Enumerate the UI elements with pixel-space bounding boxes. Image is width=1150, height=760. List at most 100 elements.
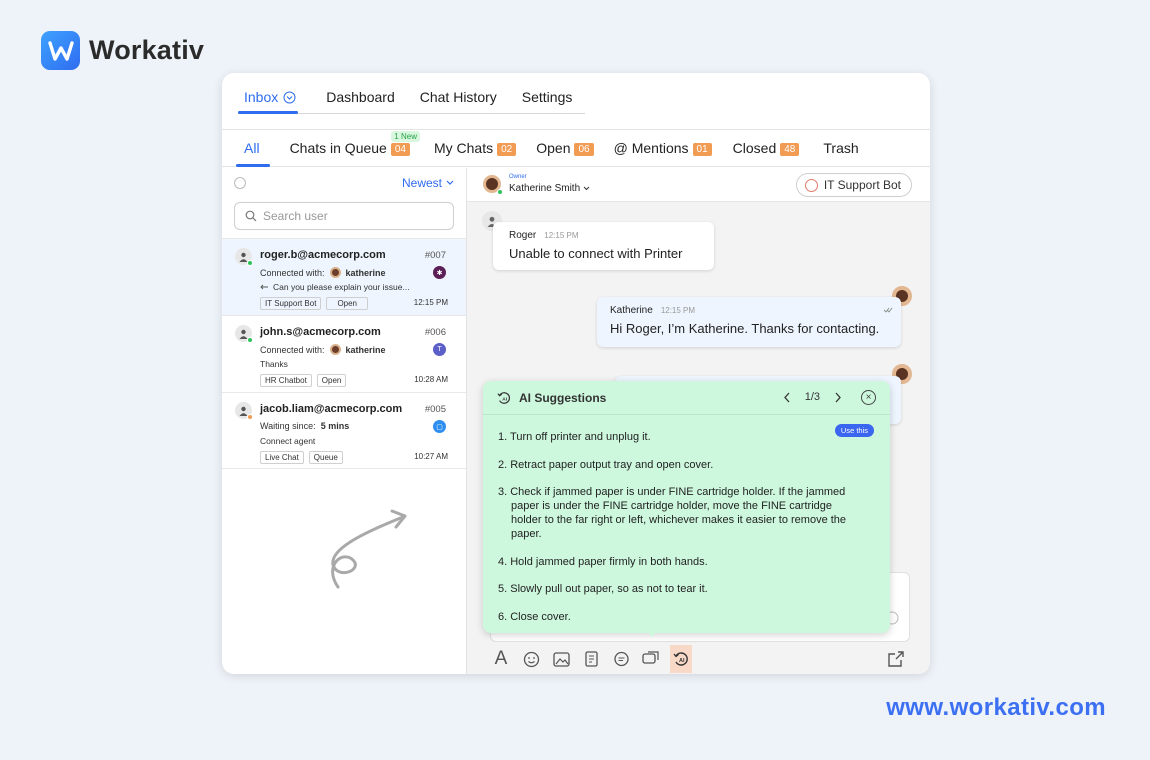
message-text: Hi Roger, I’m Katherine. Thanks for cont… bbox=[610, 321, 880, 336]
agent-name: katherine bbox=[345, 267, 386, 278]
suggestion-step: 1. Turn off printer and unplug it. bbox=[498, 431, 651, 443]
filter-my-chats[interactable]: My Chats 02 bbox=[433, 140, 517, 156]
teams-icon: T bbox=[433, 343, 446, 356]
filter-closed[interactable]: Closed 48 bbox=[733, 140, 800, 156]
message-time: 12:15 PM bbox=[660, 306, 696, 315]
channel-tag: Live Chat bbox=[260, 451, 304, 464]
bot-icon bbox=[804, 178, 818, 192]
conversation-item[interactable]: roger.b@acmecorp.com #007 Connected with… bbox=[222, 238, 466, 315]
filter-trash[interactable]: Trash bbox=[823, 140, 858, 156]
preview-text: Connect agent bbox=[260, 436, 316, 446]
select-all-radio[interactable] bbox=[234, 177, 246, 189]
svg-text:AI: AI bbox=[502, 396, 507, 402]
search-box[interactable] bbox=[234, 202, 454, 230]
tab-settings[interactable]: Settings bbox=[516, 89, 579, 115]
message-preview: Thanks bbox=[260, 359, 288, 369]
bot-tag: IT Support Bot bbox=[260, 297, 322, 310]
ai-suggestions-title: AI Suggestions bbox=[519, 390, 607, 405]
tag-list: HR Chatbot Open bbox=[260, 374, 347, 387]
waiting-status: Waiting since: 5 mins bbox=[260, 421, 349, 431]
user-icon bbox=[239, 252, 248, 262]
filter-open[interactable]: Open 06 bbox=[536, 140, 594, 156]
bot-name: IT Support Bot bbox=[823, 178, 901, 192]
timestamp: 10:28 AM bbox=[414, 375, 448, 384]
chevron-down-icon bbox=[446, 180, 454, 185]
filter-chats-in-queue[interactable]: Chats in Queue 04 1 New bbox=[289, 131, 420, 156]
agent-message: Katherine 12:15 PM Hi Roger, I’m Katherin… bbox=[597, 297, 901, 347]
filter-label: Chats in Queue bbox=[289, 140, 387, 156]
message-text: Unable to connect with Printer bbox=[509, 246, 683, 261]
count-badge: 02 bbox=[497, 143, 517, 156]
message-preview: Can you please explain your issue... bbox=[260, 282, 410, 292]
online-status-dot bbox=[247, 337, 253, 343]
conversation-item[interactable]: jacob.liam@acmecorp.com #005 Waiting sin… bbox=[222, 392, 466, 469]
inbox-filter-tabs: All Chats in Queue 04 1 New My Chats 02 … bbox=[222, 129, 930, 167]
tag-list: IT Support Bot Open bbox=[260, 297, 369, 310]
connection-status: Connected with: katherine bbox=[260, 344, 386, 355]
text-format-icon[interactable]: A bbox=[490, 648, 512, 670]
conversation-sidebar: Newest roger.b@acmecorp.com #007 Connect… bbox=[222, 168, 467, 674]
canned-response-icon[interactable] bbox=[610, 648, 632, 670]
preview-text: Thanks bbox=[260, 359, 288, 369]
ticket-id: #006 bbox=[424, 327, 446, 338]
status-label: Connected with: bbox=[260, 267, 325, 278]
user-avatar bbox=[235, 325, 253, 343]
user-icon bbox=[239, 329, 248, 339]
search-input[interactable] bbox=[263, 209, 423, 223]
status-tag: Open bbox=[316, 374, 347, 387]
user-email: john.s@acmecorp.com bbox=[260, 326, 381, 338]
tag-list: Live Chat Queue bbox=[260, 451, 343, 464]
suggestion-pager: 1/3 bbox=[783, 391, 842, 403]
pop-out-icon[interactable] bbox=[887, 650, 905, 668]
owner-name: Katherine Smith bbox=[509, 183, 581, 194]
agent-name: katherine bbox=[345, 344, 386, 355]
svg-text:AI: AI bbox=[679, 658, 685, 664]
chevron-right-icon[interactable] bbox=[834, 392, 842, 403]
arrow-doodle-icon bbox=[331, 509, 407, 589]
sort-dropdown[interactable]: Newest bbox=[402, 176, 454, 190]
online-status-dot bbox=[247, 260, 253, 266]
top-navigation: Inbox Dashboard Chat History Settings bbox=[222, 73, 930, 129]
bot-tag: HR Chatbot bbox=[260, 374, 312, 387]
count-badge: 01 bbox=[692, 143, 712, 156]
agent-avatar bbox=[329, 344, 341, 355]
status-label: Connected with: bbox=[260, 344, 325, 355]
ai-suggestions-header: AI AI Suggestions 1/3 × bbox=[483, 381, 890, 415]
close-icon[interactable]: × bbox=[861, 390, 876, 405]
filter-all[interactable]: All bbox=[244, 140, 260, 156]
tab-inbox-label: Inbox bbox=[244, 89, 279, 105]
conversation-item[interactable]: john.s@acmecorp.com #006 Connected with:… bbox=[222, 315, 466, 392]
owner-selector[interactable]: Katherine Smith bbox=[509, 183, 590, 194]
ai-suggestions-icon[interactable]: AI bbox=[670, 645, 692, 673]
filter-mentions[interactable]: @ Mentions 01 bbox=[614, 140, 712, 156]
filter-label: Open bbox=[536, 140, 571, 156]
count-badge: 48 bbox=[780, 143, 800, 156]
workativ-logo: Workativ bbox=[41, 31, 204, 70]
chevron-left-icon[interactable] bbox=[783, 392, 791, 403]
tab-chat-history[interactable]: Chat History bbox=[414, 89, 503, 115]
bot-selector[interactable]: IT Support Bot bbox=[795, 173, 912, 197]
active-filter-indicator bbox=[236, 164, 270, 167]
suggestion-steps: 1. Turn off printer and unplug it. 2. Re… bbox=[498, 430, 858, 637]
ai-suggestions-panel: AI AI Suggestions 1/3 × Use this 1. Turn… bbox=[483, 381, 890, 633]
tab-dashboard[interactable]: Dashboard bbox=[320, 89, 401, 115]
active-tab-indicator bbox=[238, 111, 298, 114]
status-label: Waiting since: bbox=[260, 421, 316, 431]
filter-label: My Chats bbox=[433, 140, 494, 156]
ticket-id: #007 bbox=[424, 250, 446, 261]
user-avatar bbox=[235, 248, 253, 266]
page-indicator: 1/3 bbox=[804, 391, 820, 403]
status-tag: Open bbox=[326, 297, 369, 310]
user-avatar bbox=[235, 402, 253, 420]
chat-bubbles-icon[interactable] bbox=[640, 648, 662, 670]
attachment-icon[interactable] bbox=[580, 648, 602, 670]
timestamp: 10:27 AM bbox=[414, 452, 448, 461]
reply-icon bbox=[260, 284, 268, 289]
emoji-icon[interactable] bbox=[520, 648, 542, 670]
image-icon[interactable] bbox=[550, 648, 572, 670]
sort-label: Newest bbox=[401, 176, 442, 190]
sidebar-header: Newest bbox=[222, 168, 466, 198]
filter-label: Closed bbox=[732, 140, 777, 156]
user-email: jacob.liam@acmecorp.com bbox=[260, 403, 403, 415]
owner-label: Owner bbox=[509, 174, 527, 180]
